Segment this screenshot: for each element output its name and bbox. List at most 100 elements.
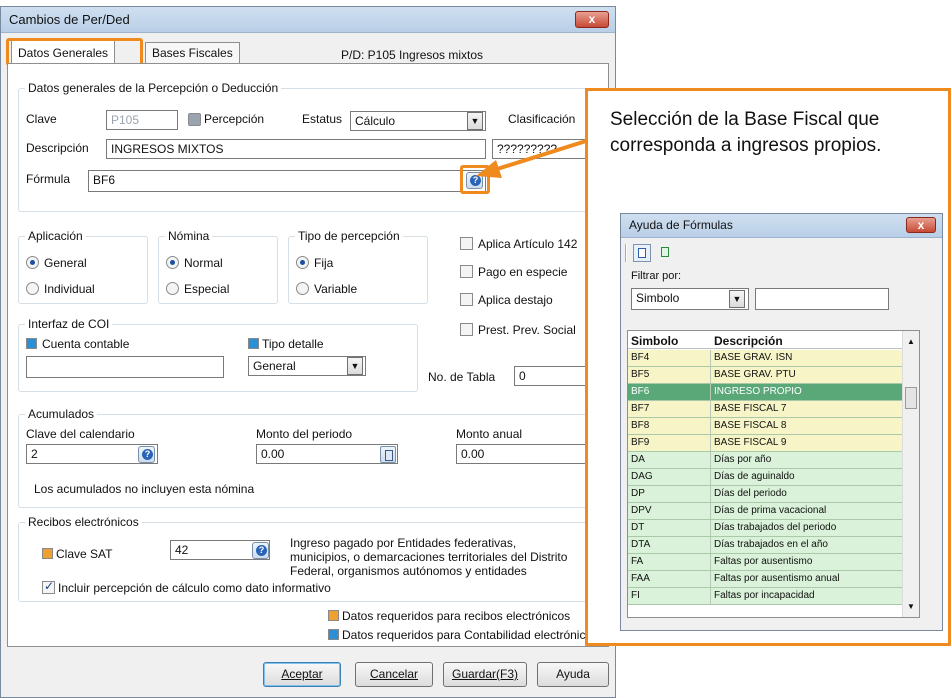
- column-separator: [710, 452, 711, 468]
- aplica-destajo-checkbox[interactable]: [460, 293, 473, 306]
- column-separator: [710, 486, 711, 502]
- cell-descripcion: INGRESO PROPIO: [714, 386, 802, 397]
- table-row[interactable]: BF5 BASE GRAV. PTU: [628, 367, 919, 384]
- pago-especie-label: Pago en especie: [478, 265, 568, 279]
- table-row[interactable]: BF7 BASE FISCAL 7: [628, 401, 919, 418]
- close-button[interactable]: x: [575, 11, 609, 28]
- clave-sat-label: Clave SAT: [56, 547, 113, 561]
- button-label: Aceptar: [281, 667, 323, 681]
- column-header-descripcion[interactable]: Descripción: [714, 334, 783, 348]
- cell-simbolo: DA: [631, 454, 645, 465]
- table-row[interactable]: FAA Faltas por ausentismo anual: [628, 571, 919, 588]
- incluir-percepcion-checkbox[interactable]: [42, 579, 55, 594]
- cell-simbolo: BF9: [631, 437, 650, 448]
- percepcion-toggle[interactable]: [188, 113, 201, 126]
- cell-descripcion: BASE FISCAL 9: [714, 437, 787, 448]
- table-row[interactable]: DPV Días de prima vacacional: [628, 503, 919, 520]
- table-row[interactable]: DT Días trabajados del periodo: [628, 520, 919, 537]
- table-row[interactable]: FA Faltas por ausentismo: [628, 554, 919, 571]
- tabla-input[interactable]: 0: [514, 366, 594, 386]
- cell-descripcion: Días trabajados del periodo: [714, 522, 837, 533]
- clave-sat-help-icon[interactable]: [252, 542, 269, 559]
- monto-anual-input[interactable]: 0.00: [456, 444, 594, 464]
- column-separator: [710, 554, 711, 570]
- monto-anual-label: Monto anual: [456, 427, 523, 441]
- aplicacion-general-radio[interactable]: [26, 256, 39, 269]
- ayuda-button[interactable]: Ayuda: [537, 662, 609, 687]
- pd-header: P/D: P105 Ingresos mixtos: [341, 48, 484, 62]
- table-row[interactable]: BF9 BASE FISCAL 9: [628, 435, 919, 452]
- cell-simbolo: FI: [631, 590, 640, 601]
- column-separator: [710, 367, 711, 383]
- per-ded-dialog: Cambios de Per/Ded x Datos Generales Bas…: [0, 6, 616, 698]
- cell-simbolo: DT: [631, 522, 645, 533]
- cell-descripcion: Faltas por ausentismo: [714, 556, 813, 567]
- cell-descripcion: BASE FISCAL 8: [714, 420, 787, 431]
- tipo-fija-radio[interactable]: [296, 256, 309, 269]
- nomina-especial-label: Especial: [184, 282, 230, 296]
- filter-search-input[interactable]: [755, 288, 889, 310]
- clave-calendario-label: Clave del calendario: [26, 427, 135, 441]
- export-icon[interactable]: [657, 244, 675, 262]
- tipo-detalle-dropdown-arrow[interactable]: ▼: [347, 357, 363, 375]
- clave-calendario-help-icon[interactable]: [138, 446, 155, 463]
- formulas-grid: Simbolo Descripción BF4 BASE GRAV. ISN BF5…: [627, 330, 920, 618]
- help-title: Ayuda de Fórmulas: [629, 218, 733, 232]
- estatus-dropdown-arrow[interactable]: ▼: [467, 112, 483, 130]
- table-row[interactable]: BF8 BASE FISCAL 8: [628, 418, 919, 435]
- guardar-button[interactable]: Guardar(F3): [443, 662, 527, 687]
- clave-input[interactable]: P105: [106, 110, 178, 130]
- incluir-percepcion-label: Incluir percepción de cálculo como dato …: [58, 581, 331, 595]
- column-separator: [710, 435, 711, 451]
- cuenta-contable-input[interactable]: [26, 356, 224, 378]
- monto-periodo-label: Monto del periodo: [256, 427, 353, 441]
- callout-panel: Selección de la Base Fiscal que correspo…: [585, 88, 951, 646]
- nomina-normal-radio[interactable]: [166, 256, 179, 269]
- cell-descripcion: Faltas por ausentismo anual: [714, 573, 840, 584]
- monto-periodo-input[interactable]: 0.00: [256, 444, 398, 464]
- column-separator: [710, 401, 711, 417]
- grid-scrollbar[interactable]: ▲ ▼: [902, 331, 919, 617]
- cancelar-button[interactable]: Cancelar: [355, 662, 433, 687]
- help-close-button[interactable]: x: [906, 217, 936, 233]
- cell-simbolo: BF8: [631, 420, 650, 431]
- acumulados-note: Los acumulados no incluyen esta nómina: [34, 482, 255, 496]
- help-titlebar: Ayuda de Fórmulas x: [621, 214, 942, 238]
- aplicacion-individual-radio[interactable]: [26, 282, 39, 295]
- column-separator: [710, 520, 711, 536]
- aplicacion-legend: Aplicación: [25, 229, 86, 243]
- prest-prev-social-checkbox[interactable]: [460, 323, 473, 336]
- cell-descripcion: Días de prima vacacional: [714, 505, 827, 516]
- tipo-fija-label: Fija: [314, 256, 334, 270]
- cell-descripcion: Faltas por incapacidad: [714, 590, 815, 601]
- cell-descripcion: Días de aguinaldo: [714, 471, 795, 482]
- contabilidad-marker-icon: [248, 338, 259, 349]
- cell-descripcion: BASE GRAV. ISN: [714, 352, 793, 363]
- tab-bases-fiscales[interactable]: Bases Fiscales: [145, 42, 240, 63]
- table-row[interactable]: BF4 BASE GRAV. ISN: [628, 350, 919, 367]
- filter-label: Filtrar por:: [631, 270, 682, 282]
- table-row[interactable]: BF6 INGRESO PROPIO: [628, 384, 919, 401]
- table-row[interactable]: DAG Días de aguinaldo: [628, 469, 919, 486]
- column-header-simbolo[interactable]: Simbolo: [631, 334, 678, 348]
- recibos-legend-note: Datos requeridos para recibos electrónic…: [342, 609, 571, 623]
- table-row[interactable]: DTA Días trabajados en el año: [628, 537, 919, 554]
- clasificacion-label: Clasificación: [508, 112, 576, 126]
- formula-input[interactable]: BF6: [88, 170, 486, 192]
- pago-especie-checkbox[interactable]: [460, 265, 473, 278]
- tab-label: Bases Fiscales: [152, 46, 233, 60]
- table-row[interactable]: DA Días por año: [628, 452, 919, 469]
- estatus-select[interactable]: Cálculo: [350, 111, 486, 131]
- filter-dropdown-arrow[interactable]: ▼: [729, 290, 745, 308]
- monto-periodo-calculator-icon[interactable]: [380, 446, 396, 463]
- table-row[interactable]: DP Días del periodo: [628, 486, 919, 503]
- tipo-percepcion-legend: Tipo de percepción: [295, 229, 403, 243]
- aplica-articulo-142-checkbox[interactable]: [460, 237, 473, 250]
- document-icon[interactable]: [633, 244, 651, 262]
- descripcion-input[interactable]: INGRESOS MIXTOS: [106, 139, 486, 159]
- prest-prev-social-label: Prest. Prev. Social: [478, 323, 576, 337]
- tipo-variable-radio[interactable]: [296, 282, 309, 295]
- nomina-especial-radio[interactable]: [166, 282, 179, 295]
- aceptar-button[interactable]: Aceptar: [263, 662, 341, 687]
- table-row[interactable]: FI Faltas por incapacidad: [628, 588, 919, 605]
